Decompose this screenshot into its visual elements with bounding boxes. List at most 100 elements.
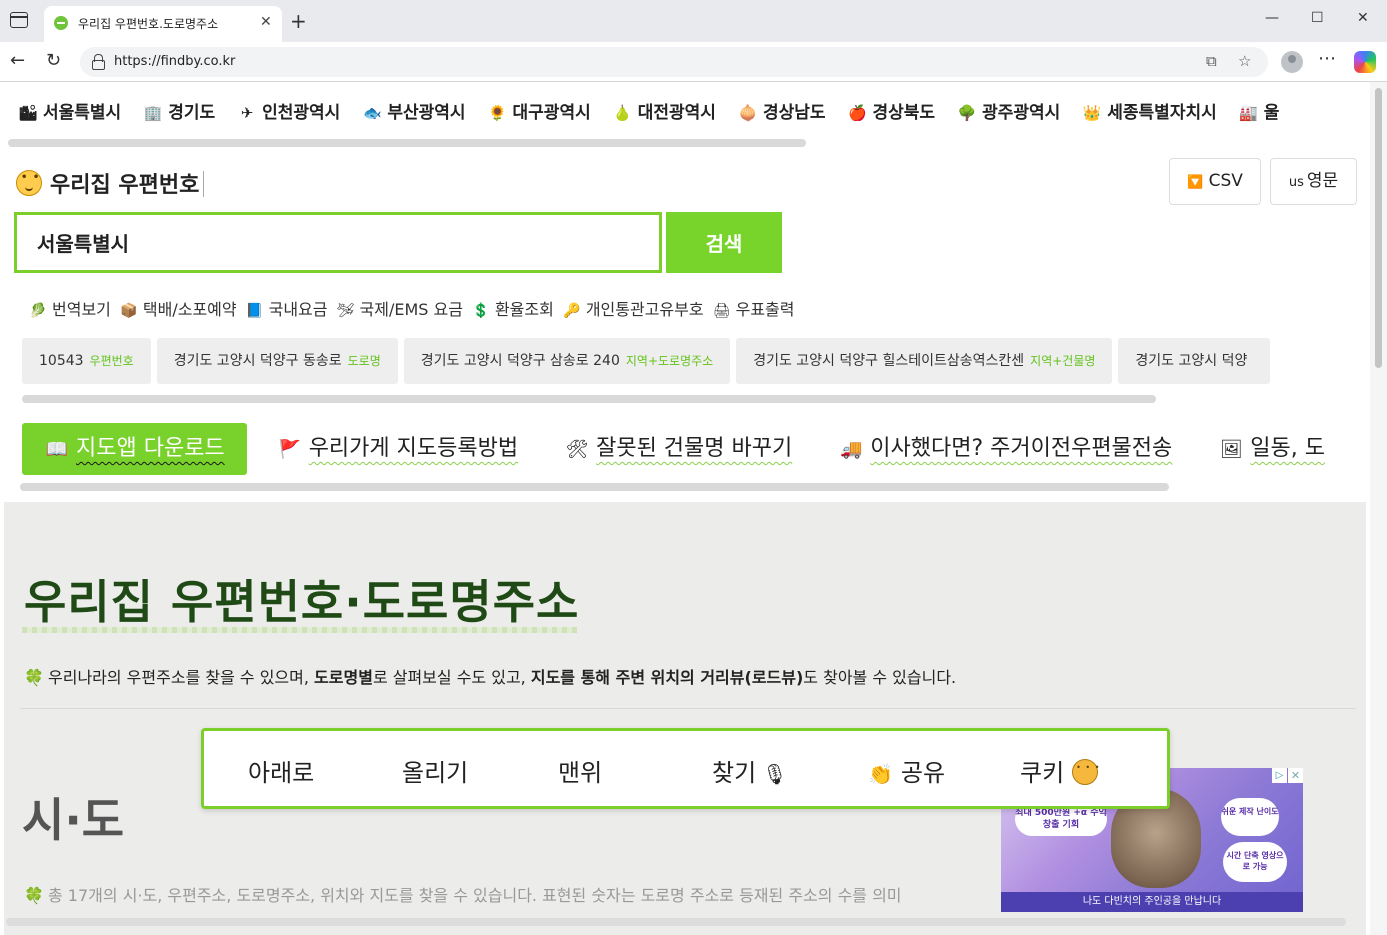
region-nav-scrollbar[interactable] <box>8 139 806 147</box>
copilot-icon[interactable] <box>1354 51 1376 73</box>
region-label: 경상남도 <box>762 103 826 123</box>
address-bar[interactable]: https://findby.co.kr ⧉ ☆ <box>80 47 1268 77</box>
csv-label: CSV <box>1208 171 1243 191</box>
site-title-text: 우리집 우편번호 <box>50 173 200 198</box>
scroll-down-button[interactable]: 아래로 <box>248 753 314 788</box>
region-link[interactable]: 🏭 울 <box>1239 98 1279 123</box>
region-label: 대구광역시 <box>512 103 591 123</box>
share-button[interactable]: 👏 공유 <box>868 753 945 788</box>
quick-link-label: 우표출력 <box>735 300 795 319</box>
page-horizontal-scrollbar[interactable] <box>6 918 1346 926</box>
url-text[interactable]: https://findby.co.kr <box>114 54 235 69</box>
sido-description: 🍀 총 17개의 시·도, 우편주소, 도로명주소, 위치와 지도를 찾을 수 있… <box>24 882 902 906</box>
result-text: 경기도 고양시 덕양구 힐스테이트삼송역스칸센 <box>753 353 1025 369</box>
quick-link[interactable]: 🥬 번역보기 <box>28 296 111 320</box>
result-text: 경기도 고양시 덕양구 삼송로 240 <box>420 353 620 369</box>
quick-link-label: 환율조회 <box>494 300 554 319</box>
result-chip[interactable]: 경기도 고양시 덕양구 삼송로 240 지역+도로명주소 <box>403 338 731 384</box>
quick-link[interactable]: 🔑 개인통관고유부호 <box>562 296 703 320</box>
favorite-star-icon[interactable]: ☆ <box>1238 52 1251 70</box>
scrollbar-thumb[interactable] <box>1375 88 1382 368</box>
region-nav: 🏙 서울특별시 🏢 경기도 ✈ 인천광역시 🐟 부산광역시 🌻 대구광역시 🍐 대전광역시 🧅 경상남도 🍎… <box>18 98 1301 123</box>
result-text: 10543 <box>39 353 84 369</box>
guides-scrollbar[interactable] <box>20 483 1169 491</box>
hero-desc-part-2: 로 살펴보실 수도 있고, <box>372 668 531 687</box>
browser-tab[interactable]: 우리집 우편번호.도로명주소 ✕ <box>44 6 282 42</box>
quick-link-label: 택배/소포예약 <box>142 300 237 319</box>
find-button[interactable]: 찾기 🎙 <box>712 753 788 788</box>
region-link[interactable]: 🌻 대구광역시 <box>488 98 591 123</box>
maximize-icon[interactable]: ☐ <box>1311 10 1324 26</box>
region-icon: 🧅 <box>738 104 758 122</box>
hero-desc-bold-1: 도로명별 <box>314 668 373 687</box>
region-icon: 🌻 <box>488 104 507 122</box>
csv-download-button[interactable]: 🔽 CSV <box>1169 158 1261 205</box>
profile-avatar-icon[interactable] <box>1281 51 1303 73</box>
minimize-icon[interactable]: — <box>1265 10 1279 26</box>
ad-bubble: 시간 단축 영상으로 가능 <box>1223 842 1287 882</box>
guide-label: 이사했다면? 주거이전우편물전송 <box>870 436 1173 461</box>
clover-icon: 🍀 <box>24 886 44 905</box>
guide-label: 지도앱 다운로드 <box>76 436 225 461</box>
tab-actions-icon[interactable] <box>10 12 28 28</box>
reload-icon[interactable]: ↻ <box>46 50 61 71</box>
hero-desc-part-3: 도 찾아볼 수 있습니다. <box>803 668 957 687</box>
scroll-up-button[interactable]: 올리기 <box>402 753 468 788</box>
quick-link[interactable]: 📘 국내요금 <box>245 296 328 320</box>
guide-link[interactable]: 🚩 우리가게 지도등록방법 <box>277 423 518 475</box>
site-title[interactable]: 우리집 우편번호 <box>16 167 205 199</box>
guide-link[interactable]: 🛠 잘못된 건물명 바꾸기 <box>564 423 793 475</box>
region-link[interactable]: 🍎 경상북도 <box>848 98 936 123</box>
quick-links: 🥬 번역보기 📦 택배/소포예약 📘 국내요금 🛩 국제/EMS 요금 💲 환율조회 🔑 개인통관고유… <box>28 296 802 320</box>
quick-link[interactable]: 🛩 국제/EMS 요금 <box>336 296 463 320</box>
region-link[interactable]: 🏢 경기도 <box>143 98 215 123</box>
guide-icon: 📖 <box>45 439 69 460</box>
search-button[interactable]: 검색 <box>666 212 782 273</box>
region-icon: 🍎 <box>848 104 867 122</box>
result-chip[interactable]: 경기도 고양시 덕양구 동송로 도로명 <box>156 338 398 384</box>
ad-close-icon[interactable]: ✕ <box>1288 768 1303 783</box>
page-vertical-scrollbar[interactable] <box>1370 82 1387 935</box>
ad-choices-icon[interactable]: ▷ <box>1272 768 1287 783</box>
tab-close-icon[interactable]: ✕ <box>260 14 272 30</box>
guide-icon: 🖼 <box>1219 439 1243 460</box>
region-link[interactable]: 🐟 부산광역시 <box>362 98 466 123</box>
region-label: 경상북도 <box>872 103 936 123</box>
guide-label: 일동, 도 <box>1250 436 1325 461</box>
quick-link[interactable]: 💲 환율조회 <box>471 296 554 320</box>
result-chip[interactable]: 경기도 고양시 덕양구 힐스테이트삼송역스칸센 지역+건물명 <box>736 338 1113 384</box>
region-label: 경기도 <box>168 103 216 123</box>
site-info-icon[interactable] <box>92 54 105 70</box>
result-tag: 우편번호 <box>89 354 134 368</box>
guide-links: 📖 지도앱 다운로드 🚩 우리가게 지도등록방법 🛠 잘못된 건물명 바꾸기 🚚 이사했다면?… <box>22 423 1370 475</box>
results-scrollbar[interactable] <box>22 395 1156 403</box>
back-arrow-icon[interactable]: ← <box>10 50 25 71</box>
more-menu-icon[interactable]: ⋯ <box>1318 48 1336 69</box>
result-chip[interactable]: 경기도 고양시 덕양 <box>1118 338 1271 384</box>
region-link[interactable]: 👑 세종특별자치시 <box>1082 98 1217 123</box>
region-link[interactable]: ✈ 인천광역시 <box>237 98 341 123</box>
split-screen-icon[interactable]: ⧉ <box>1206 52 1217 70</box>
region-link[interactable]: 🏙 서울특별시 <box>18 98 121 123</box>
quick-link-icon: 💲 <box>472 303 490 319</box>
guide-link[interactable]: 📖 지도앱 다운로드 <box>22 423 247 475</box>
cookie-button[interactable]: 쿠키 <box>1020 753 1100 788</box>
region-link[interactable]: 🍐 대전광역시 <box>613 98 716 123</box>
result-chip[interactable]: 10543 우편번호 <box>22 338 151 384</box>
new-tab-icon[interactable]: + <box>290 9 307 33</box>
quick-link-icon: 🥬 <box>29 303 47 319</box>
quick-link[interactable]: 🖨 우표출력 <box>712 296 795 320</box>
quick-link[interactable]: 📦 택배/소포예약 <box>119 296 237 320</box>
hero-desc-part-1: 우리나라의 우편주소를 찾을 수 있으며, <box>48 668 315 687</box>
guide-link[interactable]: 🚚 이사했다면? 주거이전우편물전송 <box>838 423 1172 475</box>
search-input[interactable] <box>14 212 662 273</box>
region-link[interactable]: 🧅 경상남도 <box>738 98 826 123</box>
region-label: 인천광역시 <box>262 103 341 123</box>
guide-link[interactable]: 🖼 일동, 도 <box>1218 423 1325 475</box>
english-address-button[interactable]: us 영문 <box>1270 158 1357 205</box>
ad-caption: 나도 다빈치의 주인공을 만납니다 <box>1001 892 1303 912</box>
region-label: 광주광역시 <box>982 103 1061 123</box>
region-link[interactable]: 🌳 광주광역시 <box>957 98 1061 123</box>
scroll-top-button[interactable]: 맨위 <box>558 753 602 788</box>
window-close-icon[interactable]: ✕ <box>1357 10 1369 26</box>
